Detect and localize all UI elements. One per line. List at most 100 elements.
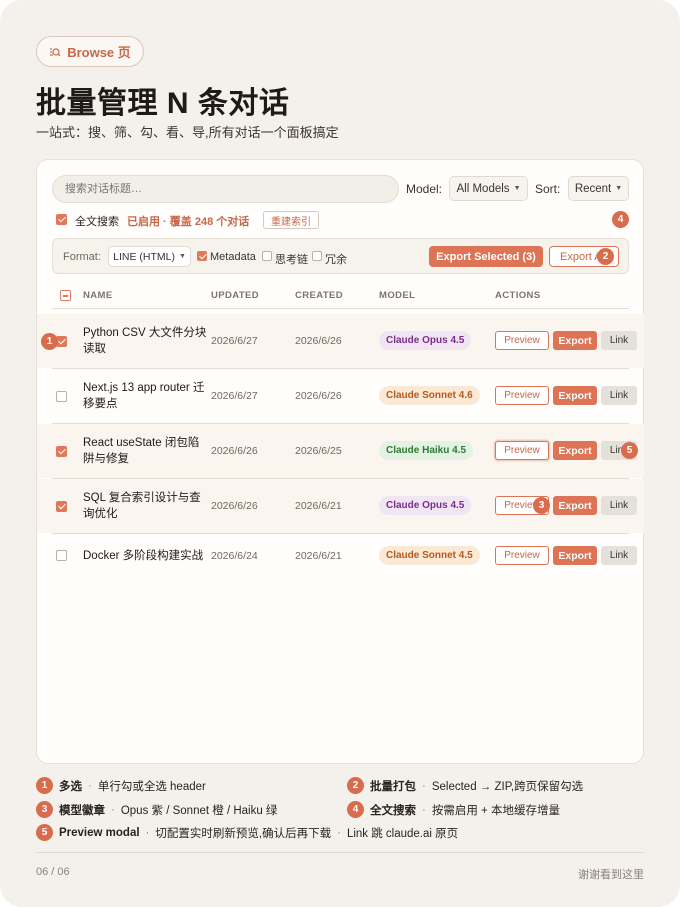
model-badge: Claude Sonnet 4.6 (379, 386, 480, 405)
metadata-checkbox[interactable] (197, 251, 207, 261)
redundant-checkbox[interactable] (312, 251, 322, 261)
col-header-actions: ACTIONS (495, 290, 541, 301)
col-header-updated: UPDATED (211, 290, 260, 301)
export-button[interactable]: Export (553, 496, 597, 515)
export-selected-button[interactable]: Export Selected (3) (429, 246, 543, 267)
legend-text: Selected → ZIP,跨页保留勾选 (431, 780, 584, 793)
marker-5: 5 (621, 442, 638, 459)
row-checkbox[interactable] (56, 550, 67, 561)
row-checkbox[interactable] (56, 391, 67, 402)
page-title: 批量管理 N 条对话 (36, 87, 290, 120)
footer-thanks: 谢谢看到这里 (578, 869, 644, 881)
format-value: LINE (HTML) (113, 250, 175, 263)
model-badge: Claude Sonnet 4.5 (379, 546, 480, 565)
model-filter-label: Model: (406, 182, 443, 196)
browse-page-label: Browse 页 (67, 45, 131, 60)
page-subtitle: 一站式：搜、筛、勾、看、导,所有对话一个面板搞定 (36, 125, 339, 140)
search-input[interactable] (52, 175, 399, 203)
legend-separator: · (88, 779, 92, 792)
sort-select[interactable]: Recent ▼ (568, 176, 629, 201)
link-button[interactable]: Link (601, 546, 637, 565)
legend-item-1: 1 多选 · 单行勾或全选 header (36, 777, 206, 794)
model-filter-value: All Models (456, 182, 510, 195)
legend-item-4: 4 全文搜索 · 按需启用 + 本地缓存增量 (347, 801, 560, 818)
legend-title: 多选 (59, 780, 82, 793)
legend-separator: · (422, 779, 426, 792)
preview-button[interactable]: Preview (495, 546, 549, 565)
legend-text: 按需启用 + 本地缓存增量 (431, 804, 560, 817)
format-select[interactable]: LINE (HTML) ▼ (108, 246, 191, 267)
table-row[interactable]: Next.js 13 app router 迁移要点 2026/6/27 202… (37, 369, 644, 423)
row-updated: 2026/6/24 (211, 550, 258, 562)
footer-divider (36, 852, 644, 853)
export-button[interactable]: Export (553, 331, 597, 350)
legend-separator: · (111, 803, 115, 816)
legend-separator: · (337, 826, 341, 839)
row-name: React useState 闭包陷阱与修复 (83, 437, 200, 465)
table-row[interactable]: Docker 多阶段构建实战 2026/6/24 2026/6/21 Claud… (37, 534, 644, 578)
row-name: Next.js 13 app router 迁移要点 (83, 382, 205, 410)
marker-1: 1 (41, 333, 58, 350)
col-header-name: NAME (83, 290, 113, 301)
row-name: Python CSV 大文件分块读取 (83, 327, 207, 355)
model-badge: Claude Haiku 4.5 (379, 441, 474, 460)
legend-marker-2: 2 (347, 777, 364, 794)
chevron-down-icon: ▼ (615, 185, 623, 192)
row-checkbox[interactable] (56, 446, 67, 457)
export-button[interactable]: Export (553, 386, 597, 405)
legend-item-5: 5 Preview modal · 切配置实时刷新预览,确认后再下载 · Lin… (36, 824, 458, 841)
link-button[interactable]: Link (601, 386, 637, 405)
legend-marker-4: 4 (347, 801, 364, 818)
slide: Browse 页 批量管理 N 条对话 一站式：搜、筛、勾、看、导,所有对话一个… (0, 0, 680, 907)
preview-button[interactable]: Preview (495, 331, 549, 350)
row-updated: 2026/6/27 (211, 390, 258, 402)
legend-separator: · (145, 826, 150, 839)
marker-4: 4 (612, 211, 629, 228)
thinking-checkbox[interactable] (262, 251, 272, 261)
preview-button[interactable]: Preview (495, 386, 549, 405)
chevron-down-icon: ▼ (178, 253, 186, 260)
table-row[interactable]: SQL 复合索引设计与查询优化 2026/6/26 2026/6/21 Clau… (37, 479, 644, 533)
marker-3: 3 (533, 497, 550, 514)
legend-marker-1: 1 (36, 777, 53, 794)
thinking-label: 思考链 (275, 254, 308, 266)
reindex-button[interactable]: 重建索引 (263, 211, 319, 229)
chevron-down-icon: ▼ (513, 185, 521, 192)
browse-page-pill: Browse 页 (36, 36, 144, 67)
sort-label: Sort: (535, 182, 561, 196)
legend-item-2: 2 批量打包 · Selected → ZIP,跨页保留勾选 (347, 777, 583, 794)
legend-title: 批量打包 (370, 780, 416, 793)
row-created: 2026/6/21 (295, 500, 342, 512)
link-button[interactable]: Link (601, 331, 637, 350)
legend-text-extra: Link 跳 claude.ai 原页 (346, 827, 459, 840)
legend-title: 全文搜索 (370, 804, 416, 817)
row-created: 2026/6/26 (295, 390, 342, 402)
fulltext-checkbox[interactable] (56, 214, 67, 225)
fulltext-status: 已启用 · 覆盖 248 个对话 (127, 216, 250, 228)
legend-item-3: 3 模型徽章 · Opus 紫 / Sonnet 橙 / Haiku 绿 (36, 801, 277, 818)
metadata-label: Metadata (210, 251, 256, 263)
sort-value: Recent (574, 182, 612, 195)
table-row[interactable]: React useState 闭包陷阱与修复 2026/6/26 2026/6/… (37, 424, 644, 478)
row-name: Docker 多阶段构建实战 (83, 550, 204, 562)
link-button[interactable]: Link (601, 496, 637, 515)
browse-panel: Model: All Models ▼ Sort: Recent ▼ 全文搜索 … (36, 159, 644, 764)
legend-title: Preview modal (59, 826, 140, 839)
page-number: 06 / 06 (36, 866, 70, 878)
export-button[interactable]: Export (553, 441, 597, 460)
row-checkbox[interactable] (56, 501, 67, 512)
format-label: Format: (63, 251, 101, 263)
header-divider (52, 308, 629, 309)
select-all-checkbox[interactable] (60, 290, 71, 301)
preview-button[interactable]: Preview (495, 441, 549, 460)
table-row[interactable]: Python CSV 大文件分块读取 2026/6/27 2026/6/26 C… (37, 314, 644, 368)
row-updated: 2026/6/26 (211, 500, 258, 512)
legend-marker-3: 3 (36, 801, 53, 818)
export-button[interactable]: Export (553, 546, 597, 565)
legend-text: 切配置实时刷新预览,确认后再下载 (155, 827, 332, 840)
fulltext-label: 全文搜索 (75, 216, 119, 228)
model-badge: Claude Opus 4.5 (379, 331, 472, 350)
row-updated: 2026/6/27 (211, 335, 258, 347)
col-header-created: CREATED (295, 290, 344, 301)
model-filter-select[interactable]: All Models ▼ (449, 176, 528, 201)
